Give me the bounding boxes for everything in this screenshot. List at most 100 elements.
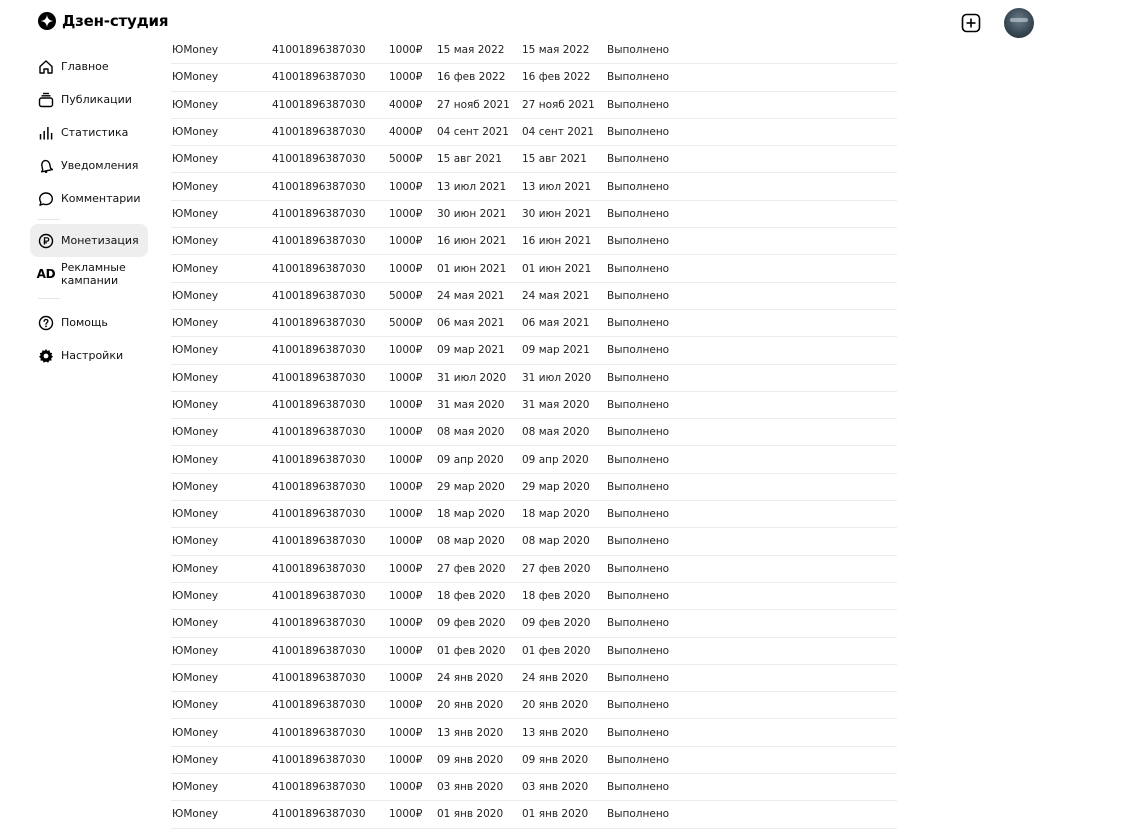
payout-date-cell: 16 июн 2021 <box>522 235 592 248</box>
amount-cell: 1000₽ <box>389 562 423 575</box>
payment-system-cell: ЮMoney <box>172 289 219 302</box>
sidebar-item-label: Главное <box>61 60 109 73</box>
account-number-cell: 41001896387030 <box>272 508 366 521</box>
status-cell: Выполнено <box>607 371 670 384</box>
amount-cell: 1000₽ <box>389 71 423 84</box>
request-date-cell: 09 мар 2021 <box>437 344 505 357</box>
request-date-cell: 09 янв 2020 <box>437 753 504 766</box>
payment-system-cell: ЮMoney <box>172 508 219 521</box>
account-number-cell: 41001896387030 <box>272 726 366 739</box>
status-cell: Выполнено <box>607 153 670 166</box>
account-number-cell: 41001896387030 <box>272 453 366 466</box>
status-cell: Выполнено <box>607 317 670 330</box>
payout-date-cell: 01 янв 2020 <box>522 808 589 821</box>
amount-cell: 5000₽ <box>389 317 423 330</box>
sidebar-item-monetization[interactable]: Монетизация <box>30 224 148 257</box>
request-date-cell: 31 июл 2020 <box>437 371 507 384</box>
sidebar-item-help[interactable]: Помощь <box>30 306 148 339</box>
table-row: ЮMoney 41001896387030 1000₽ 16 июн 2021 16 и… <box>171 228 897 256</box>
ruble-icon <box>38 233 54 249</box>
payout-date-cell: 30 июн 2021 <box>522 207 592 220</box>
amount-cell: 1000₽ <box>389 590 423 603</box>
add-publication-icon[interactable] <box>961 13 981 33</box>
request-date-cell: 27 нояб 2021 <box>437 98 510 111</box>
payment-system-cell: ЮMoney <box>172 207 219 220</box>
sidebar-item-settings[interactable]: Настройки <box>30 339 148 372</box>
sidebar-item-statistics[interactable]: Статистика <box>30 116 148 149</box>
payment-system-cell: ЮMoney <box>172 726 219 739</box>
payment-system-cell: ЮMoney <box>172 126 219 139</box>
account-number-cell: 41001896387030 <box>272 235 366 248</box>
payout-date-cell: 31 мая 2020 <box>522 399 590 411</box>
status-cell: Выполнено <box>607 808 670 821</box>
account-number-cell: 41001896387030 <box>272 562 366 575</box>
request-date-cell: 18 фев 2020 <box>437 590 506 603</box>
payment-system-cell: ЮMoney <box>172 535 219 548</box>
amount-cell: 1000₽ <box>389 671 423 684</box>
account-number-cell: 41001896387030 <box>272 671 366 684</box>
request-date-cell: 04 сент 2021 <box>437 126 509 139</box>
payouts-table: ЮMoney 41001896387030 1000₽ 15 мая 2022 15 м… <box>171 37 897 829</box>
sidebar-item-label: Комментарии <box>61 192 141 205</box>
amount-cell: 1000₽ <box>389 262 423 275</box>
status-cell: Выполнено <box>607 671 670 684</box>
payout-date-cell: 15 авг 2021 <box>522 153 587 166</box>
sidebar-item-notifications[interactable]: Уведомления <box>30 149 148 182</box>
publications-icon <box>38 92 54 108</box>
status-cell: Выполнено <box>607 781 670 794</box>
status-cell: Выполнено <box>607 426 670 439</box>
request-date-cell: 15 авг 2021 <box>437 153 502 166</box>
payment-system-cell: ЮMoney <box>172 617 219 630</box>
status-cell: Выполнено <box>607 480 670 493</box>
avatar[interactable] <box>1004 8 1034 38</box>
status-cell: Выполнено <box>607 180 670 193</box>
help-icon <box>38 315 54 331</box>
request-date-cell: 24 мая 2021 <box>437 289 505 302</box>
payout-date-cell: 09 янв 2020 <box>522 753 589 766</box>
request-date-cell: 08 мар 2020 <box>437 535 505 548</box>
table-row: ЮMoney 41001896387030 5000₽ 15 авг 2021 15 а… <box>171 146 897 174</box>
sidebar-item-ad-campaigns[interactable]: AD Рекламные кампании <box>30 257 148 291</box>
status-cell: Выполнено <box>607 699 670 712</box>
sidebar-item-label: Публикации <box>61 93 132 106</box>
request-date-cell: 06 мая 2021 <box>437 317 505 330</box>
account-number-cell: 41001896387030 <box>272 753 366 766</box>
payment-system-cell: ЮMoney <box>172 644 219 657</box>
sidebar-item-main[interactable]: Главное <box>30 50 148 83</box>
amount-cell: 1000₽ <box>389 535 423 548</box>
table-row: ЮMoney 41001896387030 1000₽ 09 фев 2020 09 ф… <box>171 610 897 638</box>
amount-cell: 5000₽ <box>389 289 423 302</box>
payment-system-cell: ЮMoney <box>172 562 219 575</box>
payment-system-cell: ЮMoney <box>172 44 219 57</box>
sidebar-item-label: Уведомления <box>61 159 139 172</box>
table-row: ЮMoney 41001896387030 1000₽ 18 мар 2020 18 м… <box>171 501 897 529</box>
payout-date-cell: 24 янв 2020 <box>522 671 589 684</box>
payment-system-cell: ЮMoney <box>172 262 219 275</box>
sidebar-item-label: Рекламные кампании <box>61 261 126 287</box>
payout-date-cell: 13 янв 2020 <box>522 726 589 739</box>
account-number-cell: 41001896387030 <box>272 262 366 275</box>
table-row: ЮMoney 41001896387030 1000₽ 24 янв 2020 24 я… <box>171 665 897 693</box>
status-cell: Выполнено <box>607 453 670 466</box>
app-logo[interactable]: Дзен-студия <box>38 12 168 30</box>
account-number-cell: 41001896387030 <box>272 44 366 57</box>
request-date-cell: 09 апр 2020 <box>437 453 504 466</box>
request-date-cell: 13 июл 2021 <box>437 180 507 193</box>
amount-cell: 4000₽ <box>389 98 423 111</box>
table-row: ЮMoney 41001896387030 1000₽ 27 фев 2020 27 ф… <box>171 556 897 583</box>
table-row: ЮMoney 41001896387030 1000₽ 30 июн 2021 30 и… <box>171 201 897 229</box>
payment-system-cell: ЮMoney <box>172 71 219 84</box>
table-row: ЮMoney 41001896387030 1000₽ 13 июл 2021 13 и… <box>171 173 897 201</box>
sidebar-item-publications[interactable]: Публикации <box>30 83 148 116</box>
account-number-cell: 41001896387030 <box>272 207 366 220</box>
ad-icon: AD <box>36 267 56 281</box>
payout-date-cell: 24 мая 2021 <box>522 289 590 302</box>
comment-icon <box>38 191 54 207</box>
amount-cell: 1000₽ <box>389 644 423 657</box>
sidebar-item-comments[interactable]: Комментарии <box>30 182 148 215</box>
account-number-cell: 41001896387030 <box>272 480 366 493</box>
status-cell: Выполнено <box>607 98 670 111</box>
amount-cell: 1000₽ <box>389 453 423 466</box>
amount-cell: 1000₽ <box>389 207 423 220</box>
status-cell: Выполнено <box>607 71 670 84</box>
